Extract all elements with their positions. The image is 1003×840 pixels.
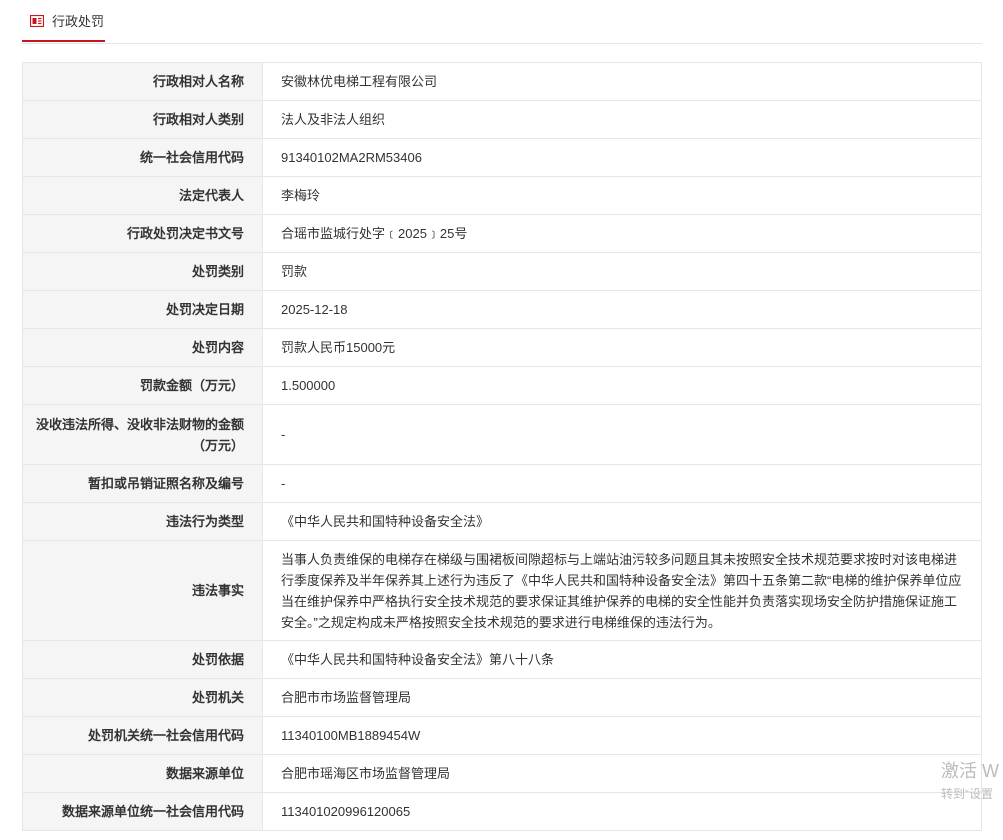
document-icon (29, 14, 45, 28)
table-row: 法定代表人 李梅玲 (22, 176, 982, 215)
field-label: 行政处罚决定书文号 (22, 214, 263, 253)
field-value: 1.500000 (262, 366, 982, 405)
table-row: 行政相对人类别 法人及非法人组织 (22, 100, 982, 139)
table-row: 处罚类别 罚款 (22, 252, 982, 291)
field-label: 没收违法所得、没收非法财物的金额（万元） (22, 404, 263, 465)
table-row: 处罚机关统一社会信用代码 11340100MB1889454W (22, 716, 982, 755)
table-row: 统一社会信用代码 91340102MA2RM53406 (22, 138, 982, 177)
field-label: 法定代表人 (22, 176, 263, 215)
field-label: 违法事实 (22, 540, 263, 641)
field-value: 法人及非法人组织 (262, 100, 982, 139)
tab-label: 行政处罚 (52, 13, 105, 29)
field-value: 李梅玲 (262, 176, 982, 215)
field-label: 行政相对人名称 (22, 62, 263, 101)
field-label: 处罚机关统一社会信用代码 (22, 716, 263, 755)
field-value: 《中华人民共和国特种设备安全法》 (262, 502, 982, 541)
activation-watermark: 激活 W 转到“设置 (941, 762, 999, 800)
field-value: 合瑶市监城行处字﹝2025﹞25号 (262, 214, 982, 253)
table-row: 数据来源单位 合肥市瑶海区市场监督管理局 (22, 754, 982, 793)
field-label: 行政相对人类别 (22, 100, 263, 139)
tab-bar: 行政处罚 (22, 0, 982, 44)
table-row: 行政相对人名称 安徽林优电梯工程有限公司 (22, 62, 982, 101)
field-label: 处罚决定日期 (22, 290, 263, 329)
table-row: 违法事实 当事人负责维保的电梯存在梯级与围裙板间隙超标与上端站油污较多问题且其未按… (22, 540, 982, 641)
field-value: 罚款 (262, 252, 982, 291)
field-value: 2025-12-18 (262, 290, 982, 329)
field-label: 暂扣或吊销证照名称及编号 (22, 464, 263, 503)
field-label: 处罚内容 (22, 328, 263, 367)
table-row: 处罚依据 《中华人民共和国特种设备安全法》第八十八条 (22, 640, 982, 679)
field-label: 处罚机关 (22, 678, 263, 717)
field-label: 处罚类别 (22, 252, 263, 291)
field-label: 罚款金额（万元） (22, 366, 263, 405)
penalty-info-table: 行政相对人名称 安徽林优电梯工程有限公司 行政相对人类别 法人及非法人组织 统一社会… (22, 62, 982, 831)
table-row: 处罚内容 罚款人民币15000元 (22, 328, 982, 367)
field-value: 罚款人民币15000元 (262, 328, 982, 367)
field-label: 处罚依据 (22, 640, 263, 679)
watermark-line-2: 转到“设置 (941, 787, 993, 801)
table-row: 处罚决定日期 2025-12-18 (22, 290, 982, 329)
field-label: 违法行为类型 (22, 502, 263, 541)
field-value: 当事人负责维保的电梯存在梯级与围裙板间隙超标与上端站油污较多问题且其未按照安全技… (262, 540, 982, 641)
tab-administrative-penalty[interactable]: 行政处罚 (22, 0, 105, 42)
field-value: 合肥市瑶海区市场监督管理局 (262, 754, 982, 793)
field-value: 11340100MB1889454W (262, 716, 982, 755)
field-value: - (262, 404, 982, 465)
table-row: 罚款金额（万元） 1.500000 (22, 366, 982, 405)
table-row: 违法行为类型 《中华人民共和国特种设备安全法》 (22, 502, 982, 541)
table-row: 暂扣或吊销证照名称及编号 - (22, 464, 982, 503)
field-value: - (262, 464, 982, 503)
watermark-line-1: 激活 W (941, 761, 999, 781)
field-label: 数据来源单位 (22, 754, 263, 793)
field-label: 统一社会信用代码 (22, 138, 263, 177)
field-value: 113401020996120065 (262, 792, 982, 831)
table-row: 数据来源单位统一社会信用代码 113401020996120065 (22, 792, 982, 831)
field-value: 《中华人民共和国特种设备安全法》第八十八条 (262, 640, 982, 679)
table-row: 行政处罚决定书文号 合瑶市监城行处字﹝2025﹞25号 (22, 214, 982, 253)
table-row: 处罚机关 合肥市市场监督管理局 (22, 678, 982, 717)
field-label: 数据来源单位统一社会信用代码 (22, 792, 263, 831)
field-value: 合肥市市场监督管理局 (262, 678, 982, 717)
field-value: 安徽林优电梯工程有限公司 (262, 62, 982, 101)
table-row: 没收违法所得、没收非法财物的金额（万元） - (22, 404, 982, 465)
field-value: 91340102MA2RM53406 (262, 138, 982, 177)
